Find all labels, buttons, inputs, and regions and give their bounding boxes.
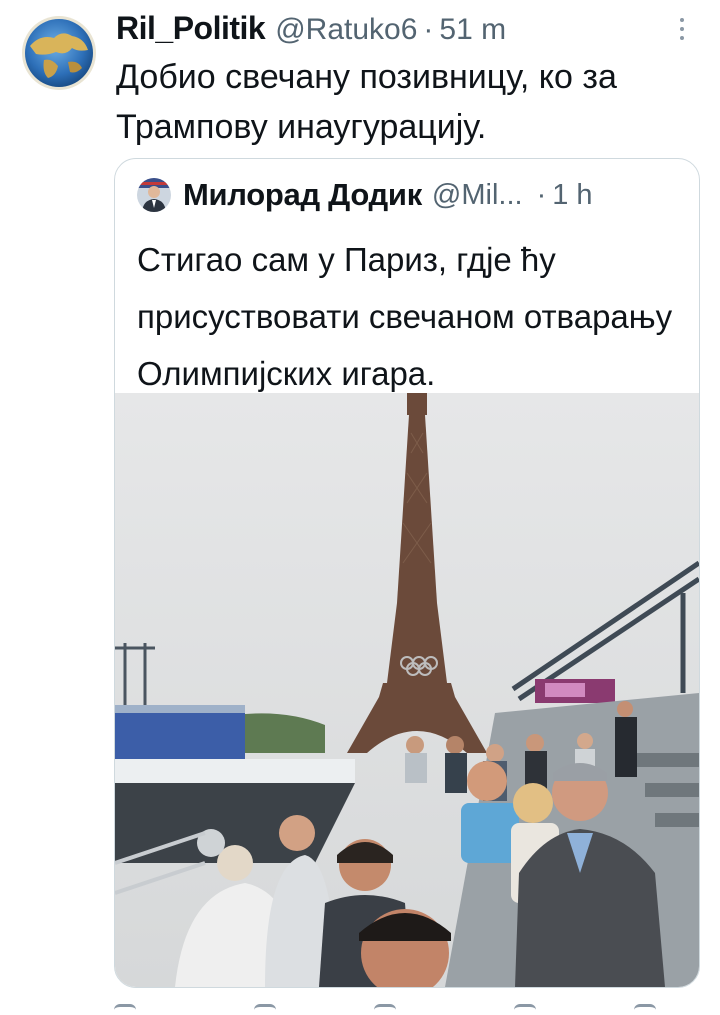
retweet-icon[interactable] xyxy=(254,1004,276,1015)
share-icon[interactable] xyxy=(634,1004,656,1015)
more-vertical-icon-dot xyxy=(680,27,684,31)
like-icon[interactable] xyxy=(374,1004,396,1015)
author-handle[interactable]: @Ratuko6 xyxy=(275,13,417,47)
reply-icon[interactable] xyxy=(114,1004,136,1015)
author-display-name[interactable]: Ril_Politik xyxy=(116,10,266,47)
tweet-timestamp[interactable]: 51 m xyxy=(439,13,506,47)
quoted-author-display-name[interactable]: Милорад Додик xyxy=(183,177,422,213)
quoted-tweet-header: Милорад Додик @Mil... · 1 h xyxy=(137,177,593,213)
tweet-header: Ril_Politik @Ratuko6 · 51 m xyxy=(116,10,506,50)
author-avatar[interactable] xyxy=(22,16,96,90)
more-options-button[interactable] xyxy=(670,14,694,44)
quoted-tweet-card[interactable]: Милорад Додик @Mil... · 1 h Стигао сам у… xyxy=(114,158,700,988)
portrait-avatar-image xyxy=(137,178,171,212)
more-vertical-icon-dot xyxy=(680,36,684,40)
quoted-tweet-timestamp[interactable]: 1 h xyxy=(552,179,592,212)
tweet-text: Добио свечану позивницу, ко за Трампову … xyxy=(116,58,617,146)
more-vertical-icon xyxy=(680,18,684,22)
globe-avatar-image xyxy=(22,16,96,90)
header-separator: · xyxy=(423,13,434,46)
quoted-tweet-text: Стигао сам у Париз, гдје ћу присуствоват… xyxy=(137,241,673,392)
views-icon[interactable] xyxy=(514,1004,536,1015)
quoted-header-separator: · xyxy=(536,178,547,211)
quoted-tweet-photo[interactable] xyxy=(115,393,699,987)
eiffel-tower-stands-image xyxy=(115,393,699,987)
quoted-author-handle[interactable]: @Mil... xyxy=(432,179,523,212)
quoted-author-avatar xyxy=(137,178,171,212)
